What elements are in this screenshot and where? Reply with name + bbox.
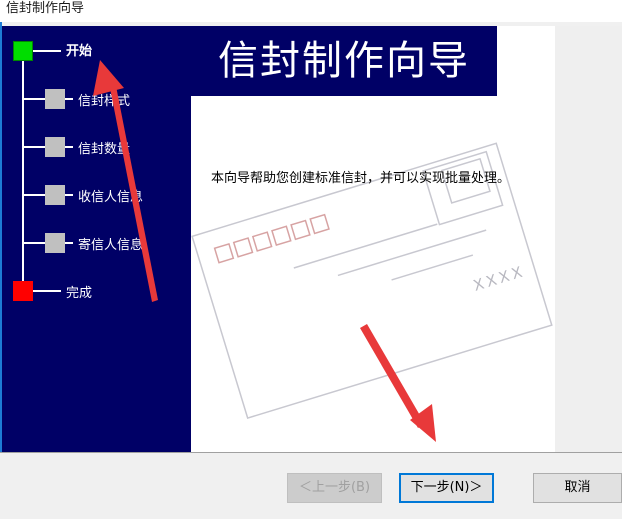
step-recipient-label[interactable]: 收信人信息 [78, 186, 143, 205]
banner-title: 信封制作向导 [218, 38, 470, 84]
step-sender-connector-right [65, 242, 73, 244]
step-style-label[interactable]: 信封样式 [78, 90, 130, 109]
step-finish-marker [13, 281, 33, 301]
step-sender-marker [45, 233, 65, 253]
step-recipient-connector [23, 194, 45, 196]
step-start-connector [33, 50, 61, 52]
step-style-connector [23, 98, 45, 100]
wizard-dialog: 开始 信封样式 信封数量 收信人信息 寄信人信息 完成 XXXX 信封制作向导 … [0, 22, 622, 519]
step-style-connector-right [65, 98, 73, 100]
wizard-description: 本向导帮助您创建标准信封，并可以实现批量处理。 [211, 171, 511, 186]
next-button[interactable]: 下一步(N)＞ [399, 473, 494, 503]
address-line-2 [337, 229, 487, 277]
step-style-marker [45, 89, 65, 109]
step-quantity-marker [45, 137, 65, 157]
envelope-recipient-mark: XXXX [471, 262, 527, 295]
address-line-3 [391, 254, 474, 281]
step-recipient-marker [45, 185, 65, 205]
step-quantity-connector-right [65, 146, 73, 148]
back-button[interactable]: ＜上一步(B) [287, 473, 382, 503]
step-finish-label[interactable]: 完成 [66, 282, 92, 301]
step-recipient-connector-right [65, 194, 73, 196]
step-start-marker [13, 41, 33, 61]
wizard-steps-panel: 开始 信封样式 信封数量 收信人信息 寄信人信息 完成 [2, 26, 191, 452]
wizard-content-area: XXXX 信封制作向导 本向导帮助您创建标准信封，并可以实现批量处理。 [191, 26, 555, 452]
postcode-boxes [213, 213, 330, 264]
step-quantity-label[interactable]: 信封数量 [78, 138, 130, 157]
right-margin-panel [555, 26, 622, 452]
button-bar-divider [0, 452, 622, 453]
steps-connector-line [22, 52, 24, 296]
step-finish-connector [33, 290, 61, 292]
address-line-1 [293, 223, 438, 269]
window-title: 信封制作向导 [0, 0, 622, 22]
step-sender-label[interactable]: 寄信人信息 [78, 234, 143, 253]
step-sender-connector [23, 242, 45, 244]
step-start-label[interactable]: 开始 [66, 40, 92, 59]
step-quantity-connector [23, 146, 45, 148]
banner: 信封制作向导 [191, 26, 497, 96]
cancel-button[interactable]: 取消 [533, 473, 622, 503]
